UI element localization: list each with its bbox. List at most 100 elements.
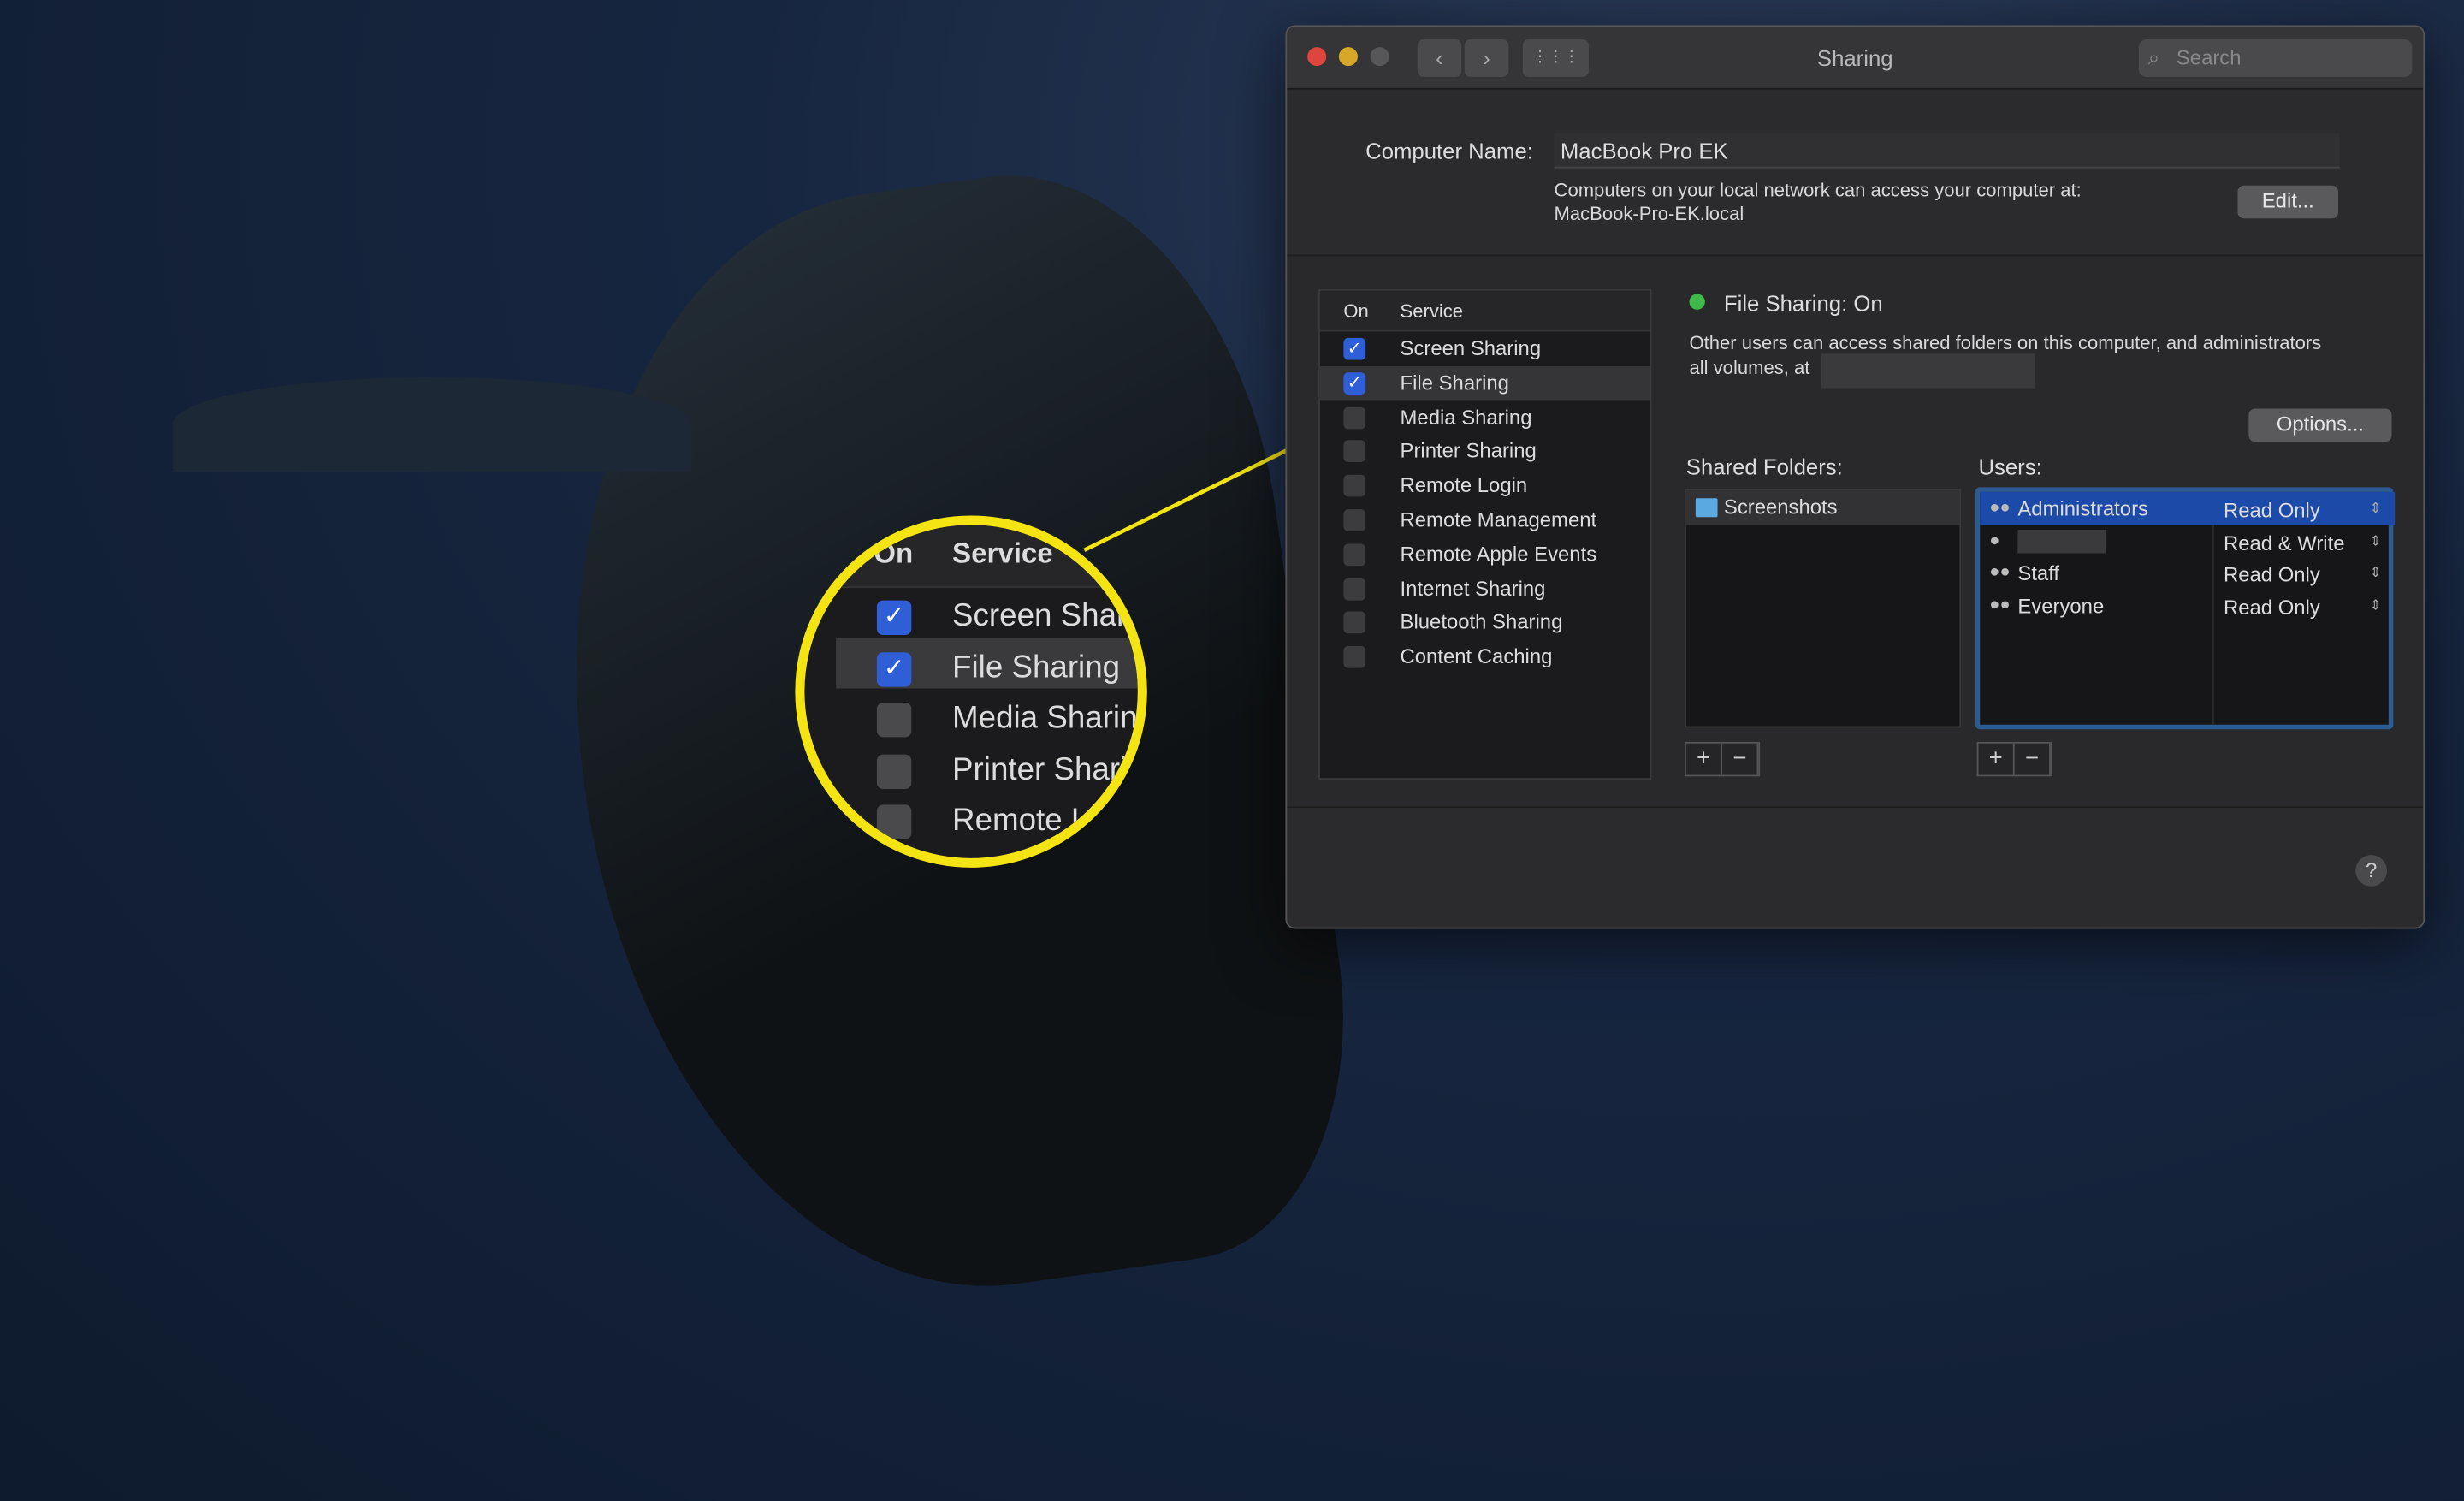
local-address-info: Computers on your local network can acce… (1554, 179, 2082, 202)
service-checkbox[interactable] (1343, 543, 1366, 566)
stepper-icon: ⇕ (2369, 597, 2382, 614)
service-label: Remote Login (1400, 473, 1528, 497)
service-label: Bluetooth Sharing (1400, 610, 1563, 634)
sharing-window: ‹ › ⋮⋮⋮ Sharing ⌕ Search Computer Name: … (1285, 25, 2426, 929)
magnifier-label: Screen Sharing (952, 598, 1138, 634)
service-row[interactable]: Internet Sharing (1320, 572, 1650, 606)
stepper-icon: ⇕ (2369, 565, 2382, 581)
service-checkbox[interactable]: ✓ (1343, 337, 1366, 360)
search-icon: ⌕ (2147, 45, 2160, 69)
user-row[interactable]: ●● Staff Read Only ⇕ (1980, 557, 2395, 590)
help-button[interactable]: ? (2355, 855, 2387, 887)
service-row[interactable]: Remote Management (1320, 503, 1650, 537)
status-description-2: all volumes, at (1689, 356, 1810, 379)
service-checkbox[interactable] (1343, 441, 1366, 463)
service-label: File Sharing (1400, 371, 1509, 395)
search-placeholder: Search (2176, 45, 2242, 69)
remove-folder-button[interactable]: − (1722, 743, 1759, 775)
service-list-header: On Service (1319, 290, 1650, 332)
service-list: On Service ✓ Screen Sharing ✓ File Sharing M… (1318, 288, 1652, 780)
permission-select[interactable]: Read Only (2224, 559, 2320, 592)
permission-select[interactable]: Read & Write (2224, 526, 2345, 560)
folder-add-remove: + − (1684, 741, 1761, 777)
magnifier-label: Remote Login (952, 803, 1147, 838)
service-label: Remote Apple Events (1400, 542, 1597, 566)
user-row[interactable]: ●● Everyone Read Only ⇕ (1980, 590, 2395, 623)
redacted-user (2017, 529, 2106, 553)
group-icon: ●● (1989, 596, 2011, 615)
magnifier-row: Media Sharing (804, 698, 1147, 745)
service-checkbox[interactable]: ✓ (1343, 371, 1366, 395)
group-icon: ●● (1989, 563, 2011, 583)
magnifier-checkbox (876, 753, 912, 789)
service-label: Remote Management (1400, 507, 1597, 531)
user-icon: ● (1989, 531, 2000, 550)
user-name: Staff (2017, 561, 2060, 585)
permission-select[interactable]: Read Only (2224, 591, 2320, 625)
user-row[interactable]: ●● Administrators Read Only ⇕ (1980, 491, 2396, 527)
group-icon: ●● (1989, 498, 2011, 518)
service-row[interactable]: ✓ File Sharing (1319, 365, 1650, 400)
computer-name-label: Computer Name: (1365, 138, 1533, 164)
service-checkbox[interactable] (1343, 475, 1366, 497)
service-row[interactable]: Bluetooth Sharing (1320, 606, 1650, 640)
users-label: Users: (1978, 454, 2042, 480)
service-label: Internet Sharing (1400, 576, 1546, 600)
magnifier-checkbox: ✓ (876, 600, 912, 636)
magnifier-row: Printer Sharing (804, 749, 1147, 796)
service-checkbox[interactable] (1343, 612, 1366, 634)
folder-row[interactable]: Screenshots (1685, 490, 1960, 525)
users-list: ●● Administrators Read Only ⇕ ● Read & Write ⇕… (1975, 487, 2396, 730)
magnifier-checkbox: ✓ (876, 651, 912, 686)
magnifier-header-on: On (874, 537, 914, 569)
shared-folders-label: Shared Folders: (1685, 454, 1843, 480)
service-row[interactable]: Remote Apple Events (1320, 537, 1650, 572)
service-label: Content Caching (1400, 644, 1553, 668)
column-service: Service (1400, 300, 1464, 323)
desktop: On Service ✓ Screen Sharing ✓ File Sharing M… (0, 0, 2464, 1501)
user-name: Everyone (2017, 594, 2105, 619)
add-user-button[interactable]: + (1978, 743, 2015, 775)
redacted-address (1821, 353, 2035, 389)
status-title: File Sharing: On (1723, 290, 1883, 317)
magnifier-label: File Sharing (952, 650, 1121, 685)
options-button[interactable]: Options... (2248, 408, 2392, 442)
magnifier-header-service: Service (952, 537, 1053, 569)
service-checkbox[interactable] (1343, 646, 1366, 668)
edit-button[interactable]: Edit... (2237, 185, 2339, 219)
service-row[interactable]: Media Sharing (1320, 400, 1650, 435)
service-row[interactable]: Content Caching (1320, 640, 1650, 674)
user-row[interactable]: ● Read & Write ⇕ (1980, 525, 2395, 558)
permission-select[interactable]: Read Only (2224, 494, 2320, 527)
local-hostname: MacBook-Pro-EK.local (1554, 202, 1744, 225)
service-checkbox[interactable] (1343, 509, 1366, 531)
status-indicator-icon (1689, 294, 1705, 310)
service-checkbox[interactable] (1343, 578, 1366, 600)
service-row[interactable]: ✓ Screen Sharing (1320, 332, 1650, 366)
magnifier-row: ✓ Screen Sharing (804, 596, 1138, 643)
remove-user-button[interactable]: − (2015, 743, 2051, 775)
status-description: Other users can access shared folders on… (1689, 331, 2322, 354)
stepper-icon: ⇕ (2369, 500, 2382, 516)
service-label: Screen Sharing (1400, 336, 1542, 360)
folder-name: Screenshots (1723, 495, 1838, 519)
add-folder-button[interactable]: + (1686, 743, 1723, 775)
magnifier-row: ✓ File Sharing (804, 647, 1137, 694)
stepper-icon: ⇕ (2369, 532, 2382, 549)
service-label: Media Sharing (1400, 405, 1532, 429)
magnifier-label: Media Sharing (952, 701, 1147, 736)
computer-name-field[interactable]: MacBook Pro EK (1554, 133, 2340, 169)
magnifier-row: Remote Login (804, 800, 1147, 847)
shared-folders-list: Screenshots (1684, 489, 1962, 728)
service-checkbox[interactable] (1343, 406, 1366, 429)
service-row[interactable]: Remote Login (1320, 469, 1650, 503)
column-on: On (1343, 300, 1369, 323)
service-row[interactable]: Printer Sharing (1320, 435, 1650, 469)
search-input[interactable]: ⌕ Search (2138, 39, 2413, 77)
magnifier-checkbox (876, 804, 912, 839)
user-name: Administrators (2017, 496, 2148, 520)
magnifier: On Service ✓ Screen Sharing ✓ File Sharing M… (795, 515, 1147, 868)
title-bar: ‹ › ⋮⋮⋮ Sharing ⌕ Search (1287, 27, 2424, 90)
folder-icon (1695, 498, 1718, 518)
magnifier-label: Printer Sharing (952, 751, 1147, 787)
